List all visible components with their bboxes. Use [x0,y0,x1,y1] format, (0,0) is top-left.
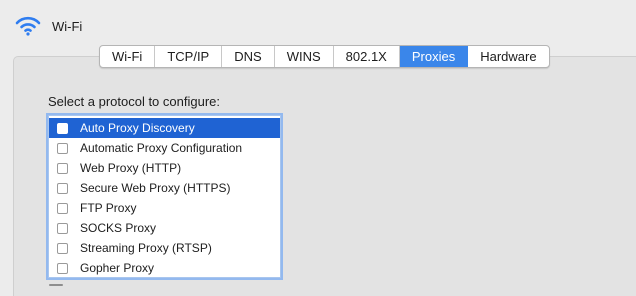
protocol-checkbox[interactable] [57,242,68,254]
protocol-row-auto-proxy-discovery[interactable]: Auto Proxy Discovery [49,118,280,138]
protocol-label: Automatic Proxy Configuration [80,141,243,155]
protocol-checkbox[interactable] [57,202,68,214]
protocol-label: Auto Proxy Discovery [80,121,195,135]
protocol-row-gopher-proxy[interactable]: Gopher Proxy [49,258,280,278]
protocol-checkbox[interactable] [57,262,68,274]
protocol-list[interactable]: Auto Proxy Discovery Automatic Proxy Con… [48,115,281,278]
tab-proxies[interactable]: Proxies [399,46,469,67]
tab-tcp-ip[interactable]: TCP/IP [155,46,223,67]
protocol-label: Secure Web Proxy (HTTPS) [80,181,231,195]
protocol-checkbox[interactable] [57,162,68,174]
tab-bar: Wi-Fi TCP/IP DNS WINS 802.1X Proxies Har… [99,45,550,68]
protocol-row-web-proxy-http[interactable]: Web Proxy (HTTP) [49,158,280,178]
tab-hardware[interactable]: Hardware [468,46,548,67]
tab-wins[interactable]: WINS [275,46,334,67]
protocol-row-automatic-proxy-configuration[interactable]: Automatic Proxy Configuration [49,138,280,158]
protocol-prompt: Select a protocol to configure: [48,94,220,109]
protocol-label: Web Proxy (HTTP) [80,161,182,175]
protocol-checkbox[interactable] [57,222,68,234]
protocol-checkbox[interactable] [57,122,68,134]
tab-dns[interactable]: DNS [222,46,275,67]
protocol-row-streaming-proxy-rtsp[interactable]: Streaming Proxy (RTSP) [49,238,280,258]
protocol-row-socks-proxy[interactable]: SOCKS Proxy [49,218,280,238]
protocol-label: SOCKS Proxy [80,221,157,235]
protocol-checkbox[interactable] [57,142,68,154]
protocol-row-ftp-proxy[interactable]: FTP Proxy [49,198,280,218]
header-title: Wi-Fi [52,18,83,34]
tab-wifi[interactable]: Wi-Fi [100,46,156,67]
network-header: Wi-Fi [14,12,82,40]
protocol-label: FTP Proxy [80,201,137,215]
tab-802-1x[interactable]: 802.1X [334,46,400,67]
protocol-label: Streaming Proxy (RTSP) [80,241,212,255]
protocol-checkbox[interactable] [57,182,68,194]
protocol-label: Gopher Proxy [80,261,155,275]
protocol-row-secure-web-proxy-https[interactable]: Secure Web Proxy (HTTPS) [49,178,280,198]
wifi-icon [14,15,42,37]
